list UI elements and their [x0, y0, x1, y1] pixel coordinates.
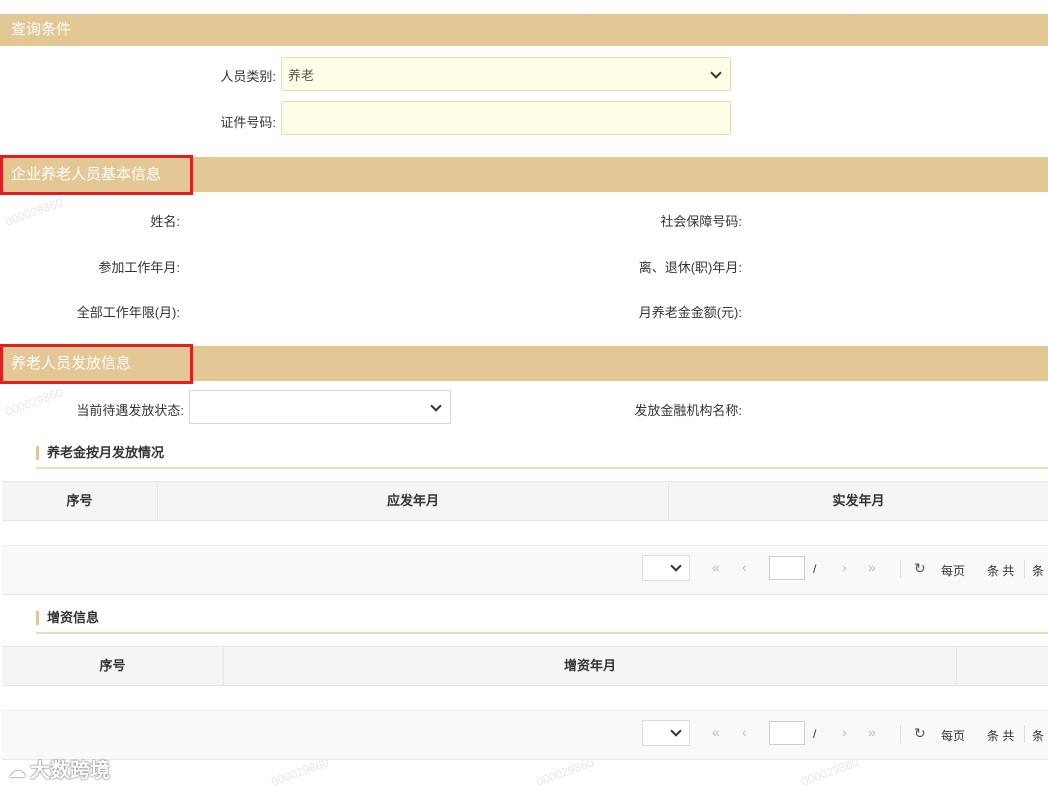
next-page-icon[interactable]: › — [842, 724, 847, 740]
total-work-years-label: 全部工作年限(月): — [76, 305, 180, 320]
column-header: 增资年月 — [224, 647, 957, 685]
watermark: 000029860 — [799, 755, 861, 789]
column-header — [957, 647, 1048, 685]
items-total-label: 条 共 — [987, 729, 1015, 743]
items-label: 条 — [1032, 729, 1045, 743]
watermark: 000029860 — [269, 755, 331, 789]
raise-table-title: 增资信息 — [36, 611, 99, 625]
person-type-value: 养老 — [288, 68, 315, 83]
raise-table-body — [2, 686, 1048, 711]
refresh-icon[interactable]: ↻ — [914, 725, 926, 742]
brand-logo-icon: ☁ — [8, 761, 26, 781]
last-page-icon[interactable]: » — [868, 724, 876, 740]
divider — [36, 632, 1048, 634]
raise-table-header: 序号 增资年月 — [2, 646, 1048, 686]
raise-table-pager: « ‹ / › » ↻ 每页 条 共 条 — [2, 711, 1048, 760]
column-header: 序号 — [2, 647, 224, 685]
column-header: 实发年月 — [832, 493, 885, 508]
chevron-down-icon — [710, 67, 722, 79]
highlight-box — [0, 344, 193, 384]
ss-number-label: 社会保障号码: — [660, 214, 742, 229]
items-total-label: 条 共 — [987, 564, 1015, 578]
per-page-label: 每页 — [941, 564, 966, 578]
page-slash: / — [813, 562, 817, 576]
id-number-input[interactable] — [281, 101, 731, 135]
person-type-label: 人员类别: — [220, 69, 276, 84]
bank-name-label: 发放金融机构名称: — [634, 403, 742, 418]
page-number-input[interactable] — [769, 556, 805, 580]
name-label: 姓名: — [150, 214, 180, 229]
query-section-header: 查询条件 — [0, 14, 1048, 46]
divider — [900, 560, 901, 578]
watermark: 000029860 — [534, 755, 596, 789]
divider — [1024, 725, 1025, 743]
monthly-table-body — [2, 521, 1048, 546]
highlight-box — [0, 155, 193, 195]
monthly-table-pager: « ‹ / › » ↻ 每页 条 共 条 — [2, 546, 1048, 595]
per-page-label: 每页 — [941, 729, 966, 743]
page-size-select[interactable] — [642, 720, 690, 746]
chevron-down-icon — [670, 560, 682, 572]
id-number-label: 证件号码: — [220, 115, 276, 130]
page-number-input[interactable] — [769, 721, 805, 745]
last-page-icon[interactable]: » — [868, 559, 876, 575]
retire-date-label: 离、退休(职)年月: — [638, 260, 742, 275]
monthly-table-header: 序号 应发年月 实发年月 — [2, 481, 1048, 521]
next-page-icon[interactable]: › — [842, 559, 847, 575]
refresh-icon[interactable]: ↻ — [914, 560, 926, 577]
column-header: 序号 — [2, 482, 158, 520]
first-page-icon[interactable]: « — [712, 559, 720, 575]
work-start-label: 参加工作年月: — [98, 260, 180, 275]
payment-status-select[interactable] — [189, 390, 451, 424]
page-slash: / — [813, 727, 817, 741]
payment-status-label: 当前待遇发放状态: — [76, 403, 184, 418]
divider — [900, 725, 901, 743]
items-label: 条 — [1032, 564, 1045, 578]
monthly-pension-label: 月养老金金额(元): — [638, 305, 742, 320]
divider — [1024, 560, 1025, 578]
first-page-icon[interactable]: « — [712, 724, 720, 740]
column-header: 应发年月 — [158, 482, 669, 520]
prev-page-icon[interactable]: ‹ — [742, 724, 747, 740]
chevron-down-icon — [430, 400, 442, 412]
chevron-down-icon — [670, 725, 682, 737]
monthly-table-title: 养老金按月发放情况 — [36, 446, 164, 460]
brand-logo: ☁ 大数跨境 — [8, 754, 110, 783]
person-type-select[interactable]: 养老 — [281, 57, 731, 91]
prev-page-icon[interactable]: ‹ — [742, 559, 747, 575]
page-size-select[interactable] — [642, 555, 690, 581]
divider — [36, 467, 1048, 469]
brand-name: 大数跨境 — [30, 760, 110, 782]
